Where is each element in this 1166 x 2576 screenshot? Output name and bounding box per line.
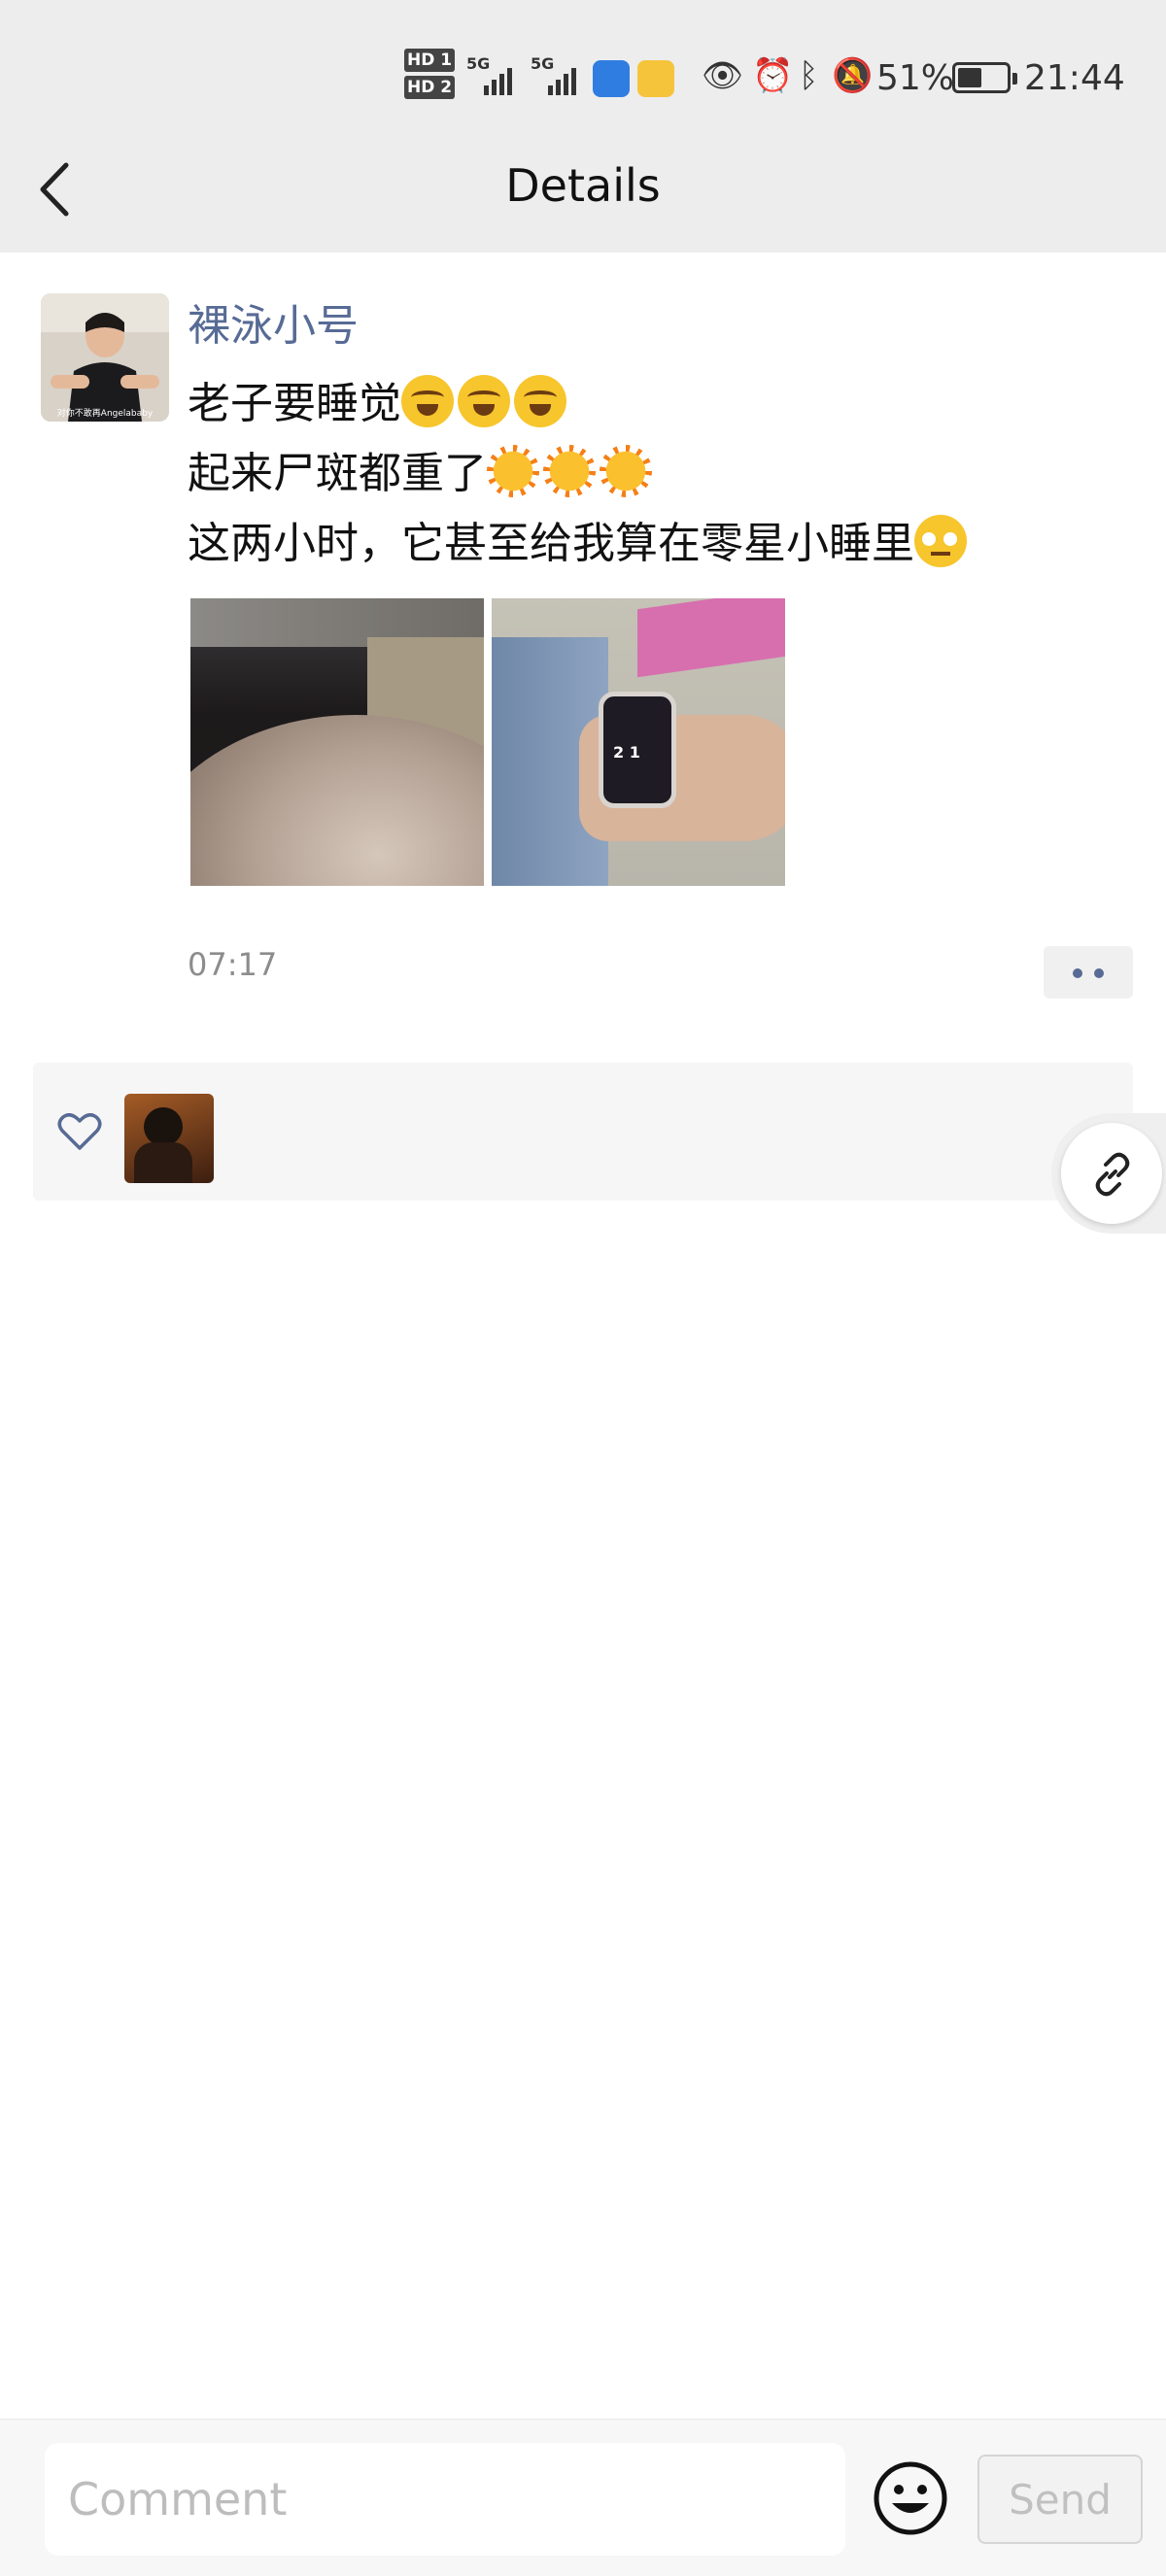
liker-avatar[interactable] bbox=[124, 1094, 214, 1183]
header: Details bbox=[0, 136, 1166, 253]
signal-icon: 5G bbox=[466, 54, 515, 95]
send-button[interactable]: Send bbox=[977, 2455, 1143, 2544]
crying-emoji-icon bbox=[401, 375, 454, 427]
status-bar: HD 1 HD 2 5G 5G 👁 ⏰ ᛒ 🔕 51% 21:44 bbox=[0, 39, 1166, 119]
more-options-button[interactable] bbox=[1044, 946, 1133, 999]
link-icon bbox=[1095, 1152, 1130, 1197]
post-time: 07:17 bbox=[188, 946, 278, 983]
post-line: 老子要睡觉 bbox=[188, 369, 1120, 439]
post-text: 老子要睡觉 起来尸斑都重了 这两小时，它甚至给我算在零星小睡里 bbox=[188, 369, 1120, 579]
eye-roll-emoji-icon bbox=[914, 515, 967, 567]
battery-fill bbox=[958, 68, 982, 87]
post-line: 这两小时，它甚至给我算在零星小睡里 bbox=[188, 509, 1120, 579]
post-photo-smartwatch[interactable] bbox=[492, 598, 785, 886]
weather-app-icon bbox=[593, 60, 630, 97]
sun-emoji-icon bbox=[487, 445, 539, 497]
top-bar: HD 1 HD 2 5G 5G 👁 ⏰ ᛒ 🔕 51% 21:44 Detail… bbox=[0, 0, 1166, 253]
battery-icon bbox=[952, 62, 1017, 93]
bluetooth-icon: ᛒ bbox=[799, 56, 819, 95]
hd2-badge: HD 2 bbox=[404, 76, 456, 99]
post-line: 起来尸斑都重了 bbox=[188, 439, 1120, 509]
link-float-button[interactable] bbox=[1051, 1113, 1166, 1234]
heart-icon bbox=[57, 1113, 102, 1150]
signal-icon: 5G bbox=[531, 54, 579, 95]
author-name[interactable]: 裸泳小号 bbox=[188, 297, 359, 356]
sun-emoji-icon bbox=[600, 445, 652, 497]
likes-panel bbox=[33, 1063, 1133, 1201]
crying-emoji-icon bbox=[514, 375, 566, 427]
author-avatar[interactable]: 对你不敢再Angelababy bbox=[41, 293, 169, 422]
post-photo-hair[interactable] bbox=[190, 598, 484, 886]
battery-percent: 51% bbox=[876, 58, 955, 98]
alarm-icon: ⏰ bbox=[752, 56, 794, 95]
sun-emoji-icon bbox=[543, 445, 596, 497]
hd-indicators: HD 1 HD 2 bbox=[404, 49, 456, 103]
comment-bar: Send bbox=[0, 2419, 1166, 2576]
mute-icon: 🔕 bbox=[832, 56, 874, 95]
hd1-badge: HD 1 bbox=[404, 49, 456, 72]
avatar-caption: 对你不敢再Angelababy bbox=[57, 407, 154, 419]
emoji-picker-icon[interactable] bbox=[873, 2460, 948, 2536]
clock: 21:44 bbox=[1024, 58, 1125, 98]
page-title: Details bbox=[505, 159, 661, 212]
weibo-app-icon bbox=[637, 60, 674, 97]
eye-icon: 👁 bbox=[702, 56, 744, 95]
crying-emoji-icon bbox=[458, 375, 510, 427]
comment-input[interactable] bbox=[45, 2443, 845, 2556]
